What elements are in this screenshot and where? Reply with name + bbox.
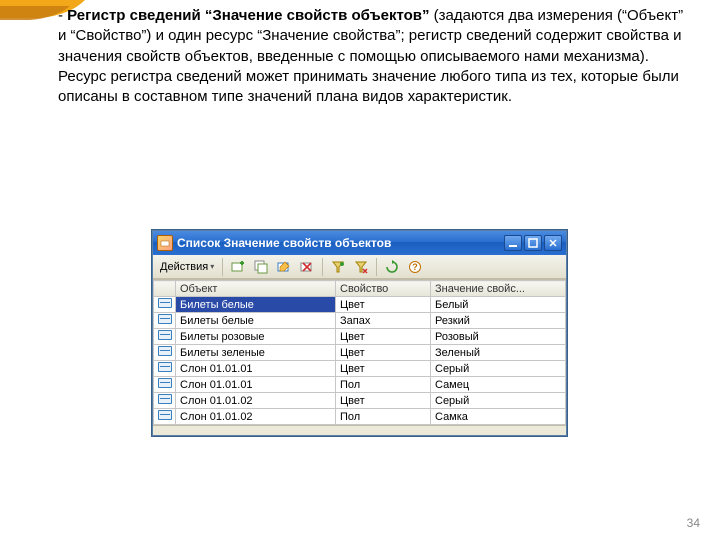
cell-property: Пол	[336, 377, 431, 393]
window-toolbar: Действия ▾ ?	[153, 255, 566, 279]
cell-property: Запах	[336, 313, 431, 329]
row-type-icon	[154, 409, 176, 425]
row-type-icon	[154, 345, 176, 361]
dash: -	[58, 7, 67, 24]
data-grid[interactable]: Объект Свойство Значение свойс... Билеты…	[153, 280, 566, 425]
filter-remove-icon[interactable]	[351, 257, 371, 277]
table-row[interactable]: Билеты зеленыеЦветЗеленый	[154, 345, 566, 361]
cell-object: Слон 01.01.02	[176, 393, 336, 409]
delete-record-icon[interactable]	[297, 257, 317, 277]
toolbar-separator	[322, 258, 323, 276]
body-paragraph: - Регистр сведений “Значение свойств объ…	[58, 6, 692, 107]
table-row[interactable]: Слон 01.01.01ПолСамец	[154, 377, 566, 393]
cell-property: Цвет	[336, 393, 431, 409]
maximize-button[interactable]	[524, 235, 542, 251]
table-row[interactable]: Билеты розовыеЦветРозовый	[154, 329, 566, 345]
header-icon-col[interactable]	[154, 281, 176, 297]
page-number: 34	[687, 516, 700, 530]
chevron-down-icon: ▾	[210, 262, 214, 271]
cell-object: Слон 01.01.01	[176, 361, 336, 377]
toolbar-separator	[222, 258, 223, 276]
cell-value: Серый	[431, 361, 566, 377]
cell-value: Серый	[431, 393, 566, 409]
cell-object: Билеты белые	[176, 313, 336, 329]
window-icon	[157, 235, 173, 251]
cell-object: Билеты розовые	[176, 329, 336, 345]
table-row[interactable]: Слон 01.01.01ЦветСерый	[154, 361, 566, 377]
edit-record-icon[interactable]	[274, 257, 294, 277]
table-row[interactable]: Слон 01.01.02ЦветСерый	[154, 393, 566, 409]
cell-property: Цвет	[336, 297, 431, 313]
cell-property: Пол	[336, 409, 431, 425]
grid-area: Объект Свойство Значение свойс... Билеты…	[153, 279, 566, 425]
table-row[interactable]: Билеты белыеЦветБелый	[154, 297, 566, 313]
row-type-icon	[154, 377, 176, 393]
cell-property: Цвет	[336, 329, 431, 345]
register-window: Список Значение свойств объектов Действи…	[152, 230, 567, 436]
cell-value: Белый	[431, 297, 566, 313]
actions-label: Действия	[160, 261, 208, 273]
row-type-icon	[154, 329, 176, 345]
toolbar-separator	[376, 258, 377, 276]
cell-value: Зеленый	[431, 345, 566, 361]
add-record-icon[interactable]	[228, 257, 248, 277]
row-type-icon	[154, 393, 176, 409]
cell-property: Цвет	[336, 361, 431, 377]
minimize-button[interactable]	[504, 235, 522, 251]
cell-object: Слон 01.01.02	[176, 409, 336, 425]
paragraph-bold: Регистр сведений “Значение свойств объек…	[67, 7, 429, 24]
table-row[interactable]: Билеты белыеЗапахРезкий	[154, 313, 566, 329]
cell-value: Розовый	[431, 329, 566, 345]
close-button[interactable]	[544, 235, 562, 251]
cell-property: Цвет	[336, 345, 431, 361]
window-title: Список Значение свойств объектов	[177, 236, 502, 250]
cell-value: Самец	[431, 377, 566, 393]
cell-object: Билеты белые	[176, 297, 336, 313]
filter-icon[interactable]	[328, 257, 348, 277]
header-value[interactable]: Значение свойс...	[431, 281, 566, 297]
help-icon[interactable]: ?	[405, 257, 425, 277]
row-type-icon	[154, 361, 176, 377]
row-type-icon	[154, 297, 176, 313]
actions-menu[interactable]: Действия ▾	[157, 261, 217, 273]
window-footer	[153, 425, 566, 435]
cell-object: Билеты зеленые	[176, 345, 336, 361]
cell-object: Слон 01.01.01	[176, 377, 336, 393]
header-row: Объект Свойство Значение свойс...	[154, 281, 566, 297]
cell-value: Самка	[431, 409, 566, 425]
table-row[interactable]: Слон 01.01.02ПолСамка	[154, 409, 566, 425]
header-object[interactable]: Объект	[176, 281, 336, 297]
row-type-icon	[154, 313, 176, 329]
window-titlebar: Список Значение свойств объектов	[153, 231, 566, 255]
refresh-icon[interactable]	[382, 257, 402, 277]
cell-value: Резкий	[431, 313, 566, 329]
copy-record-icon[interactable]	[251, 257, 271, 277]
svg-text:?: ?	[412, 262, 418, 272]
header-property[interactable]: Свойство	[336, 281, 431, 297]
